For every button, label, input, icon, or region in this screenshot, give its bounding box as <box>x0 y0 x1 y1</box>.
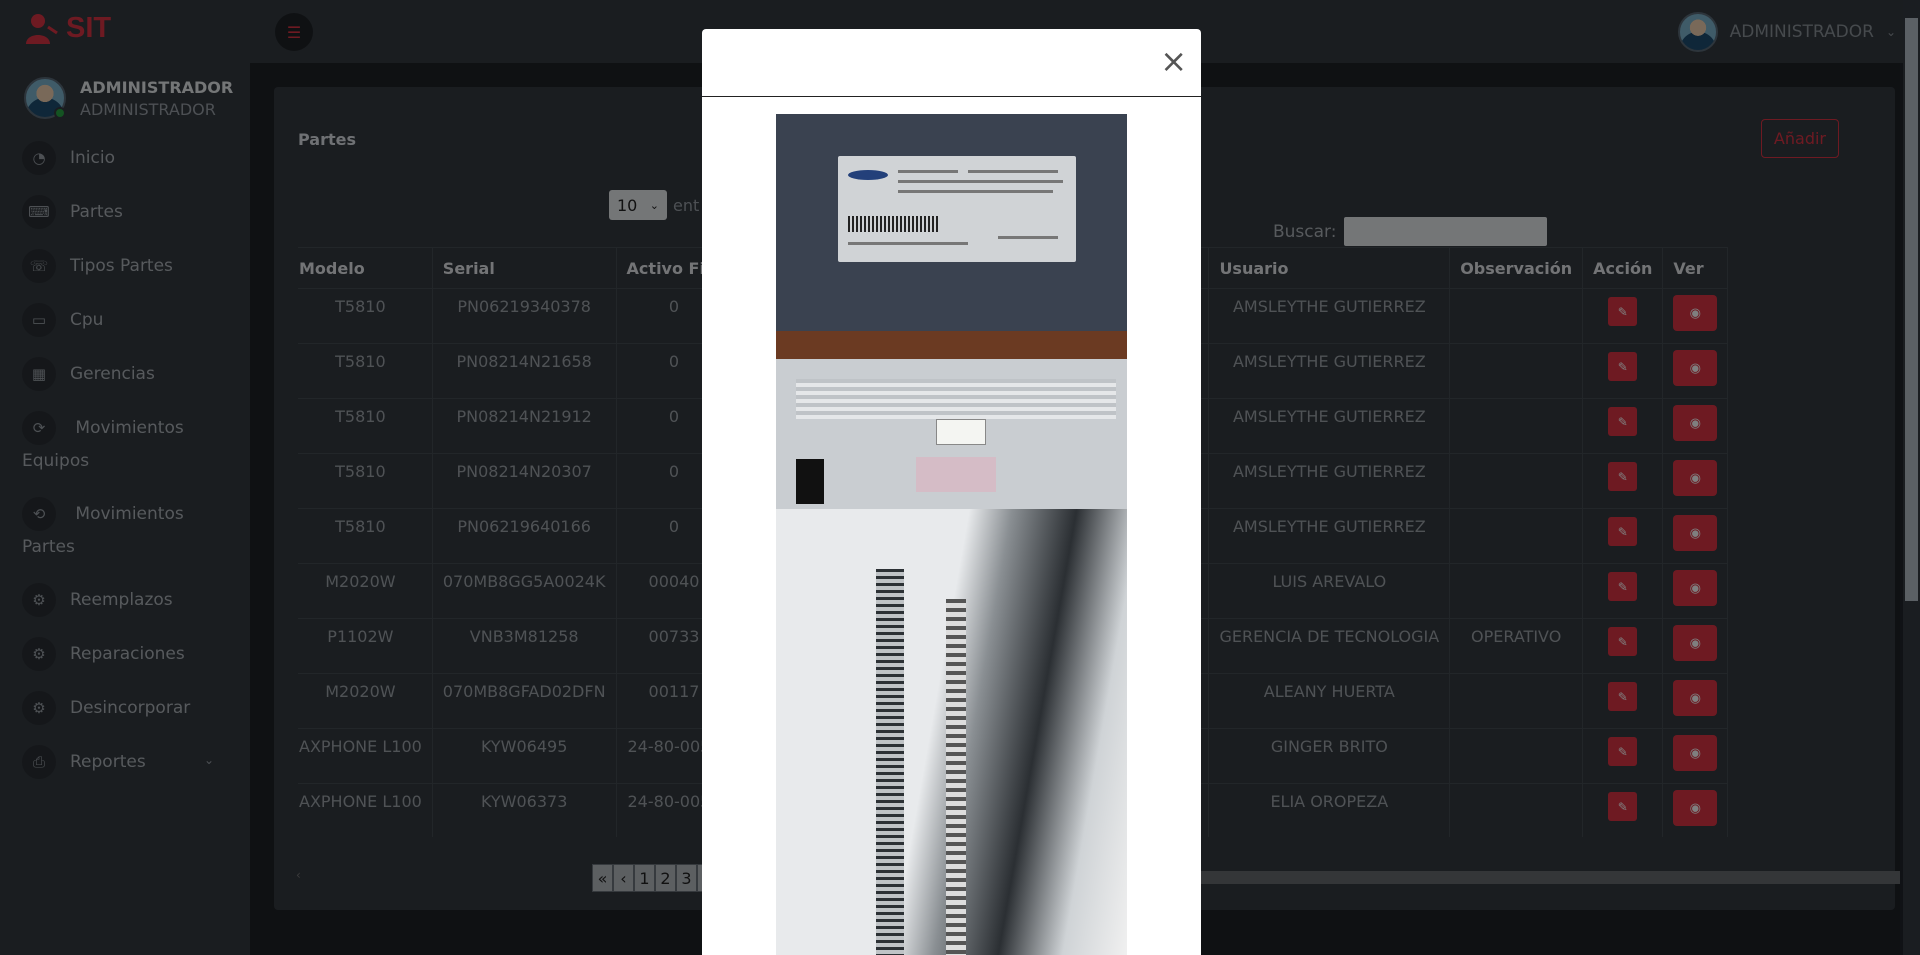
scrollbar-thumb[interactable] <box>1905 18 1918 601</box>
close-icon[interactable]: × <box>1160 45 1187 77</box>
modal-header: × <box>702 29 1201 97</box>
image-modal: × <box>702 29 1201 955</box>
printer-label-photo <box>776 114 1127 509</box>
vertical-scrollbar[interactable] <box>1903 0 1920 955</box>
part-photo <box>776 114 1127 955</box>
printer-interior-photo <box>776 509 1127 955</box>
product-label <box>838 156 1076 262</box>
